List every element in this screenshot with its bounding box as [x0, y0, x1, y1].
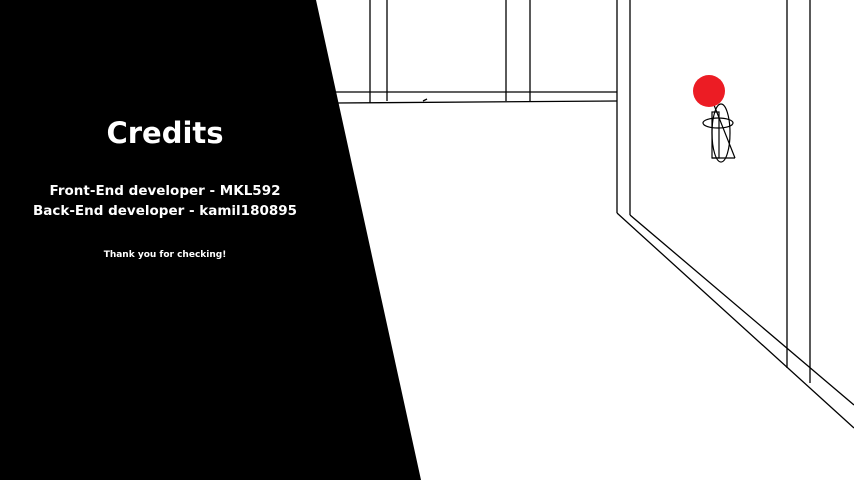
credit-line-front-end: Front-End developer - MKL592: [49, 183, 281, 199]
credits-panel: [0, 0, 421, 480]
credits-title: Credits: [106, 116, 224, 150]
thanks-message: Thank you for checking!: [103, 250, 227, 260]
game-screen: Credits Front-End developer - MKL592 Bac…: [0, 0, 854, 480]
credits-panel-background: [0, 0, 421, 480]
credit-line-back-end: Back-End developer - kamil180895: [32, 203, 298, 219]
